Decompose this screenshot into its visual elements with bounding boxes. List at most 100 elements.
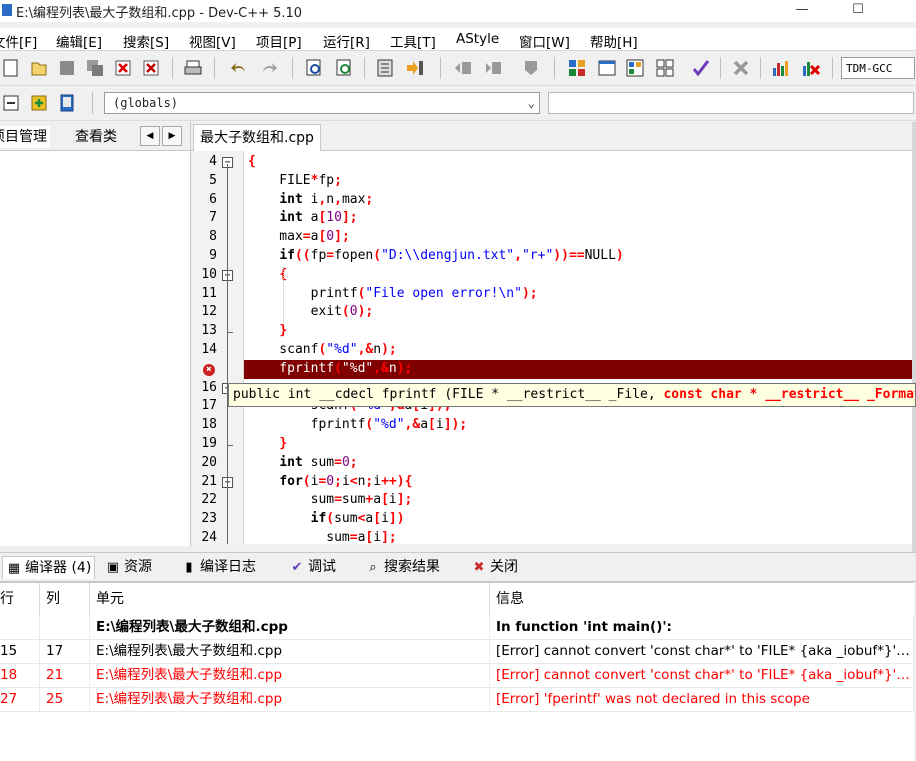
tab-compile-log-label: 编译日志: [200, 559, 256, 575]
line-number: 21: [201, 473, 217, 489]
menu-search[interactable]: 搜索[S]: [123, 31, 169, 51]
tab-file[interactable]: 最大子数组和.cpp: [193, 124, 321, 151]
code-line: max=a[0];: [248, 229, 350, 245]
message-unit: E:\编程列表\最大子数组和.cpp: [90, 639, 490, 663]
line-number: 6: [209, 191, 217, 207]
insert-icon[interactable]: [0, 92, 22, 114]
message-line: 18: [0, 663, 40, 687]
redo-icon[interactable]: [258, 57, 280, 79]
tab-search-results[interactable]: ⌕ 搜索结果: [362, 556, 443, 578]
line-number: 7: [209, 210, 217, 226]
column-header-col[interactable]: 列: [40, 583, 90, 615]
add-to-project-icon[interactable]: [28, 92, 50, 114]
project-panel-tabs: 项目管理 查看类 ◀ ▶: [0, 122, 190, 151]
indent-guide: [283, 266, 284, 324]
tab-resources[interactable]: ▣ 资源: [102, 556, 155, 578]
find-icon[interactable]: [304, 57, 326, 79]
tab-close[interactable]: ✖ 关闭: [468, 556, 521, 578]
message-line: [0, 615, 40, 639]
compile-icon[interactable]: [566, 57, 588, 79]
message-row[interactable]: 18 21 E:\编程列表\最大子数组和.cpp [Error] cannot con…: [0, 663, 914, 687]
line-number: 8: [209, 229, 217, 245]
class-toolbar: (globals) ⌄: [0, 86, 916, 121]
code-line: if(sum<a[i]): [310, 511, 405, 527]
toggle-comment-icon: [520, 57, 542, 79]
menu-view[interactable]: 视图[V]: [189, 31, 236, 51]
error-marker-icon[interactable]: ✖: [203, 363, 215, 376]
menu-run[interactable]: 运行[R]: [323, 31, 370, 51]
line-number: 17: [201, 398, 217, 414]
message-row[interactable]: E:\编程列表\最大子数组和.cpp In function 'int main(…: [0, 615, 914, 639]
menu-project[interactable]: 项目[P]: [256, 31, 302, 51]
toolbar-separator: [440, 57, 441, 79]
menu-edit[interactable]: 编辑[E]: [56, 31, 102, 51]
message-col: [40, 615, 90, 639]
message-row[interactable]: 15 17 E:\编程列表\最大子数组和.cpp [Error] cannot con…: [0, 639, 914, 663]
code-line: exit(0);: [248, 304, 374, 320]
tab-compiler[interactable]: ▦ 编译器 (4): [2, 556, 96, 579]
tab-debug[interactable]: ✔ 调试: [286, 556, 339, 578]
tab-compile-log[interactable]: ▮ 编译日志: [178, 556, 259, 578]
line-number: 24: [201, 530, 217, 544]
tab-scroll-left-icon[interactable]: ◀: [140, 126, 160, 146]
close-icon: ✖: [473, 560, 485, 575]
column-header-info[interactable]: 信息: [490, 583, 914, 615]
scope-select[interactable]: (globals) ⌄: [104, 92, 540, 114]
maximize-button[interactable]: ☐: [838, 0, 878, 22]
close-all-icon[interactable]: [140, 57, 162, 79]
line-number: 18: [201, 417, 217, 433]
undo-icon[interactable]: [228, 57, 250, 79]
menu-astyle[interactable]: AStyle: [456, 31, 499, 47]
line-number: 12: [201, 304, 217, 320]
compiler-select[interactable]: TDM-GCC: [841, 57, 915, 79]
tab-scroll-right-icon[interactable]: ▶: [162, 126, 182, 146]
code-editor[interactable]: 4−5678910−11121314✖16−1718192021−222324 …: [191, 151, 913, 544]
bookmark-icon[interactable]: [56, 92, 78, 114]
message-unit: E:\编程列表\最大子数组和.cpp: [90, 663, 490, 687]
menu-window[interactable]: 窗口[W]: [519, 31, 570, 51]
code-line: printf("File open error!\n");: [248, 285, 538, 301]
delete-profile-icon[interactable]: [800, 57, 822, 79]
minimize-button[interactable]: —: [782, 0, 822, 22]
open-file-icon[interactable]: [28, 57, 50, 79]
close-file-icon[interactable]: [112, 57, 134, 79]
save-all-icon[interactable]: [84, 57, 106, 79]
line-number: 22: [201, 492, 217, 508]
print-icon[interactable]: [182, 57, 204, 79]
profile-icon[interactable]: [770, 57, 792, 79]
line-number: 4: [209, 154, 217, 169]
menu-help[interactable]: 帮助[H]: [590, 31, 638, 51]
code-line: fprintf("%d",&a[i]);: [248, 417, 468, 433]
save-icon[interactable]: [56, 57, 78, 79]
line-number: 9: [209, 248, 217, 263]
chevron-down-icon[interactable]: ⌄: [528, 93, 535, 113]
goto-line-icon[interactable]: [374, 57, 396, 79]
replace-icon[interactable]: [334, 57, 356, 79]
fold-guide-line: [227, 164, 228, 544]
window-edge: [912, 122, 916, 552]
toolbar-separator: [364, 57, 365, 79]
menu-file[interactable]: 文件[F]: [0, 31, 37, 51]
message-row[interactable]: 27 25 E:\编程列表\最大子数组和.cpp [Error] 'fperintf'…: [0, 687, 914, 711]
syntax-check-icon[interactable]: [690, 57, 712, 79]
run-icon[interactable]: [596, 57, 618, 79]
new-file-icon[interactable]: [0, 57, 22, 79]
code-line: sum=a[i];: [248, 530, 397, 544]
column-header-line[interactable]: 行: [0, 583, 40, 615]
message-col: 17: [40, 639, 90, 663]
toolbar-separator: [832, 57, 833, 79]
line-number: 13: [201, 323, 217, 339]
rebuild-all-icon[interactable]: [654, 57, 676, 79]
compile-run-icon[interactable]: [624, 57, 646, 79]
tab-class-browser[interactable]: 查看类: [72, 126, 120, 148]
toggle-bookmark-icon[interactable]: [404, 57, 426, 79]
column-header-unit[interactable]: 单元: [90, 583, 490, 615]
code-line: sum=sum+a[i];: [248, 492, 413, 508]
tab-project-manager[interactable]: 项目管理: [0, 126, 50, 148]
menu-tools[interactable]: 工具[T]: [390, 31, 436, 51]
code-line: int a[10];: [279, 210, 358, 226]
member-select[interactable]: [548, 92, 914, 114]
line-number: 11: [201, 285, 217, 301]
code-line: int sum=0;: [279, 454, 358, 470]
code-line: fprintf("%d",&n);: [248, 360, 413, 376]
